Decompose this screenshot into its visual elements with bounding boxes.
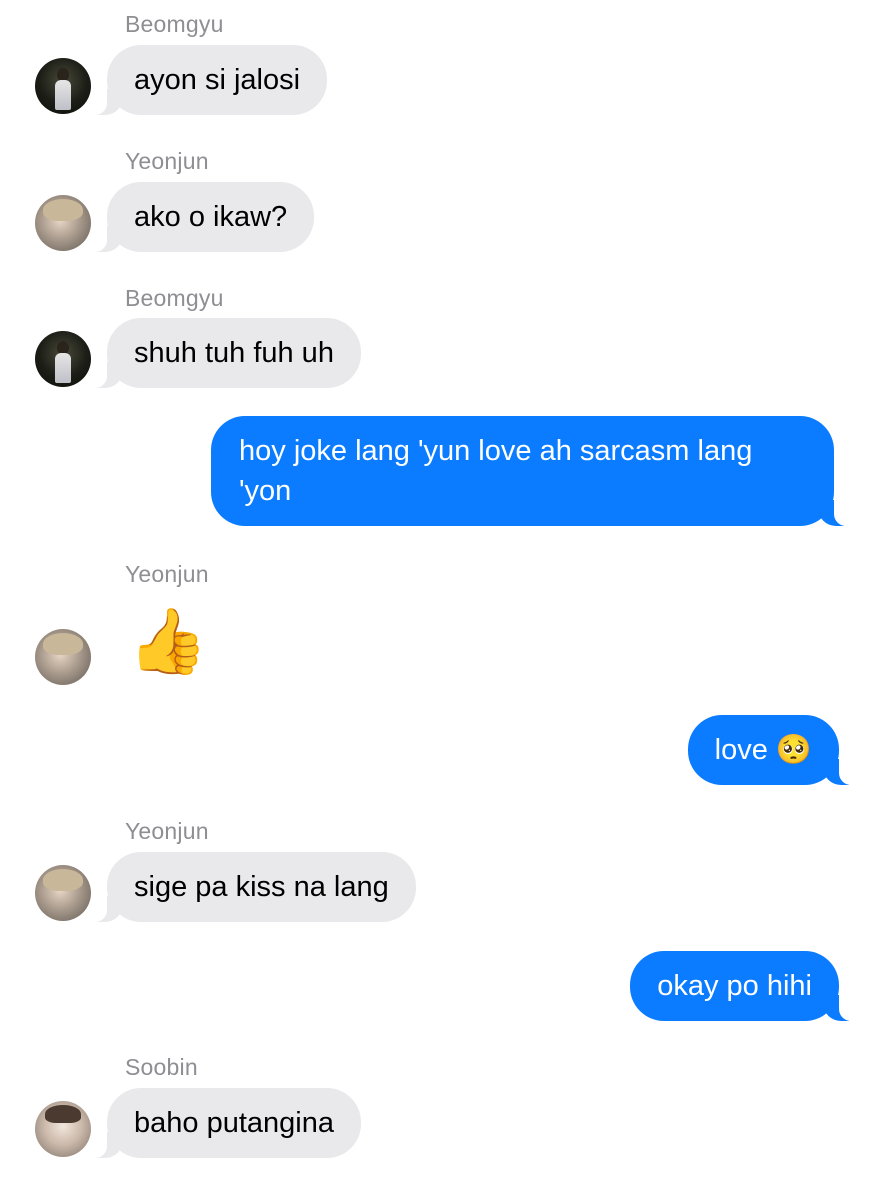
outgoing-message-bubble[interactable]: hoy joke lang 'yun love ah sarcasm lang … (211, 416, 850, 526)
incoming-message-bubble[interactable]: sige pa kiss na lang (91, 852, 416, 922)
sender-name: Yeonjun (125, 818, 209, 844)
sender-name: Beomgyu (125, 285, 224, 311)
avatar[interactable] (35, 58, 91, 114)
avatar[interactable] (35, 195, 91, 251)
avatar[interactable] (35, 865, 91, 921)
avatar[interactable] (35, 331, 91, 387)
sender-name: Beomgyu (125, 11, 224, 37)
sender-name: Yeonjun (125, 561, 209, 587)
incoming-message-bubble[interactable]: shuh tuh fuh uh (91, 318, 361, 388)
outgoing-message-bubble[interactable]: love 🥺 (687, 715, 856, 785)
incoming-message-bubble[interactable]: ako o ikaw? (90, 182, 315, 252)
incoming-message-bubble[interactable]: ayon si jalosi (90, 45, 328, 115)
incoming-message-bubble[interactable]: baho putangina (91, 1088, 361, 1158)
avatar[interactable] (35, 1101, 91, 1157)
thumbs-up-emoji-message[interactable]: 👍 (128, 601, 208, 681)
outgoing-message-bubble[interactable]: okay po hihi (630, 951, 855, 1021)
avatar[interactable] (35, 629, 91, 685)
sender-name: Yeonjun (125, 148, 209, 174)
sender-name: Soobin (125, 1054, 198, 1080)
